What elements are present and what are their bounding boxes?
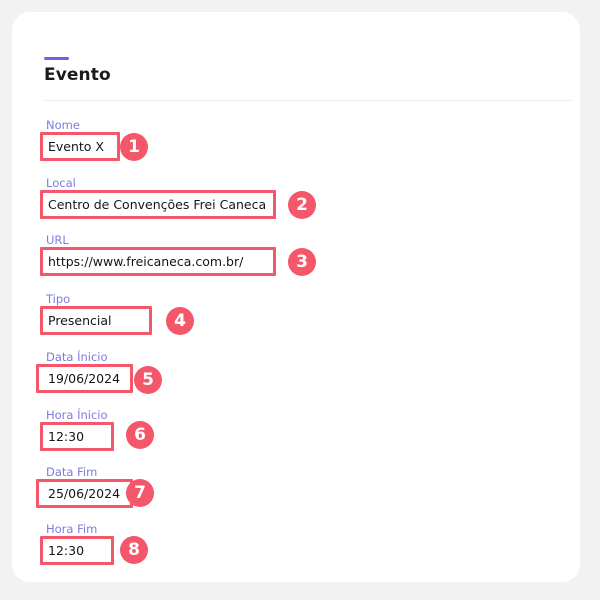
input-wrap-hora-fim [40,536,114,565]
field-data-fim: Data Fim [36,465,133,508]
annotation-badge-8: 8 [120,536,148,564]
input-wrap-nome [40,132,120,161]
input-wrap-url [40,247,276,276]
field-label-tipo: Tipo [46,292,71,306]
field-label-url: URL [46,233,69,247]
data-inicio-input[interactable] [44,368,129,389]
hora-fim-input[interactable] [44,540,110,561]
input-wrap-data-inicio [36,364,133,393]
field-url: URL [40,233,276,276]
field-tipo: Tipo [40,292,152,335]
input-wrap-local [40,190,276,219]
field-nome: Nome [40,118,120,161]
field-hora-fim: Hora Fim [40,522,114,565]
input-wrap-tipo [40,306,152,335]
annotation-badge-1: 1 [120,133,148,161]
hora-inicio-input[interactable] [44,426,110,447]
field-label-data-fim: Data Fim [46,465,98,479]
field-label-local: Local [46,176,76,190]
header-divider [44,100,572,101]
annotation-badge-5: 5 [134,366,162,394]
local-input[interactable] [44,194,272,215]
annotation-badge-6: 6 [126,421,154,449]
tipo-input[interactable] [44,310,148,331]
annotation-badge-4: 4 [166,307,194,335]
title-accent-bar [44,57,69,60]
data-fim-input[interactable] [44,483,129,504]
field-label-data-inicio: Data Ínicio [46,350,108,364]
field-label-hora-fim: Hora Fim [46,522,98,536]
page-title: Evento [44,65,111,85]
annotation-badge-2: 2 [288,191,316,219]
input-wrap-data-fim [36,479,133,508]
field-local: Local [40,176,276,219]
nome-input[interactable] [44,136,116,157]
input-wrap-hora-inicio [40,422,114,451]
field-label-hora-inicio: Hora Ínicio [46,408,108,422]
annotation-badge-3: 3 [288,248,316,276]
field-label-nome: Nome [46,118,80,132]
field-data-inicio: Data Ínicio [36,350,133,393]
url-input[interactable] [44,251,272,272]
event-form-card: Evento Nome 1 Local 2 URL 3 Tipo 4 [12,12,580,582]
field-hora-inicio: Hora Ínicio [40,408,114,451]
annotation-badge-7: 7 [126,479,154,507]
